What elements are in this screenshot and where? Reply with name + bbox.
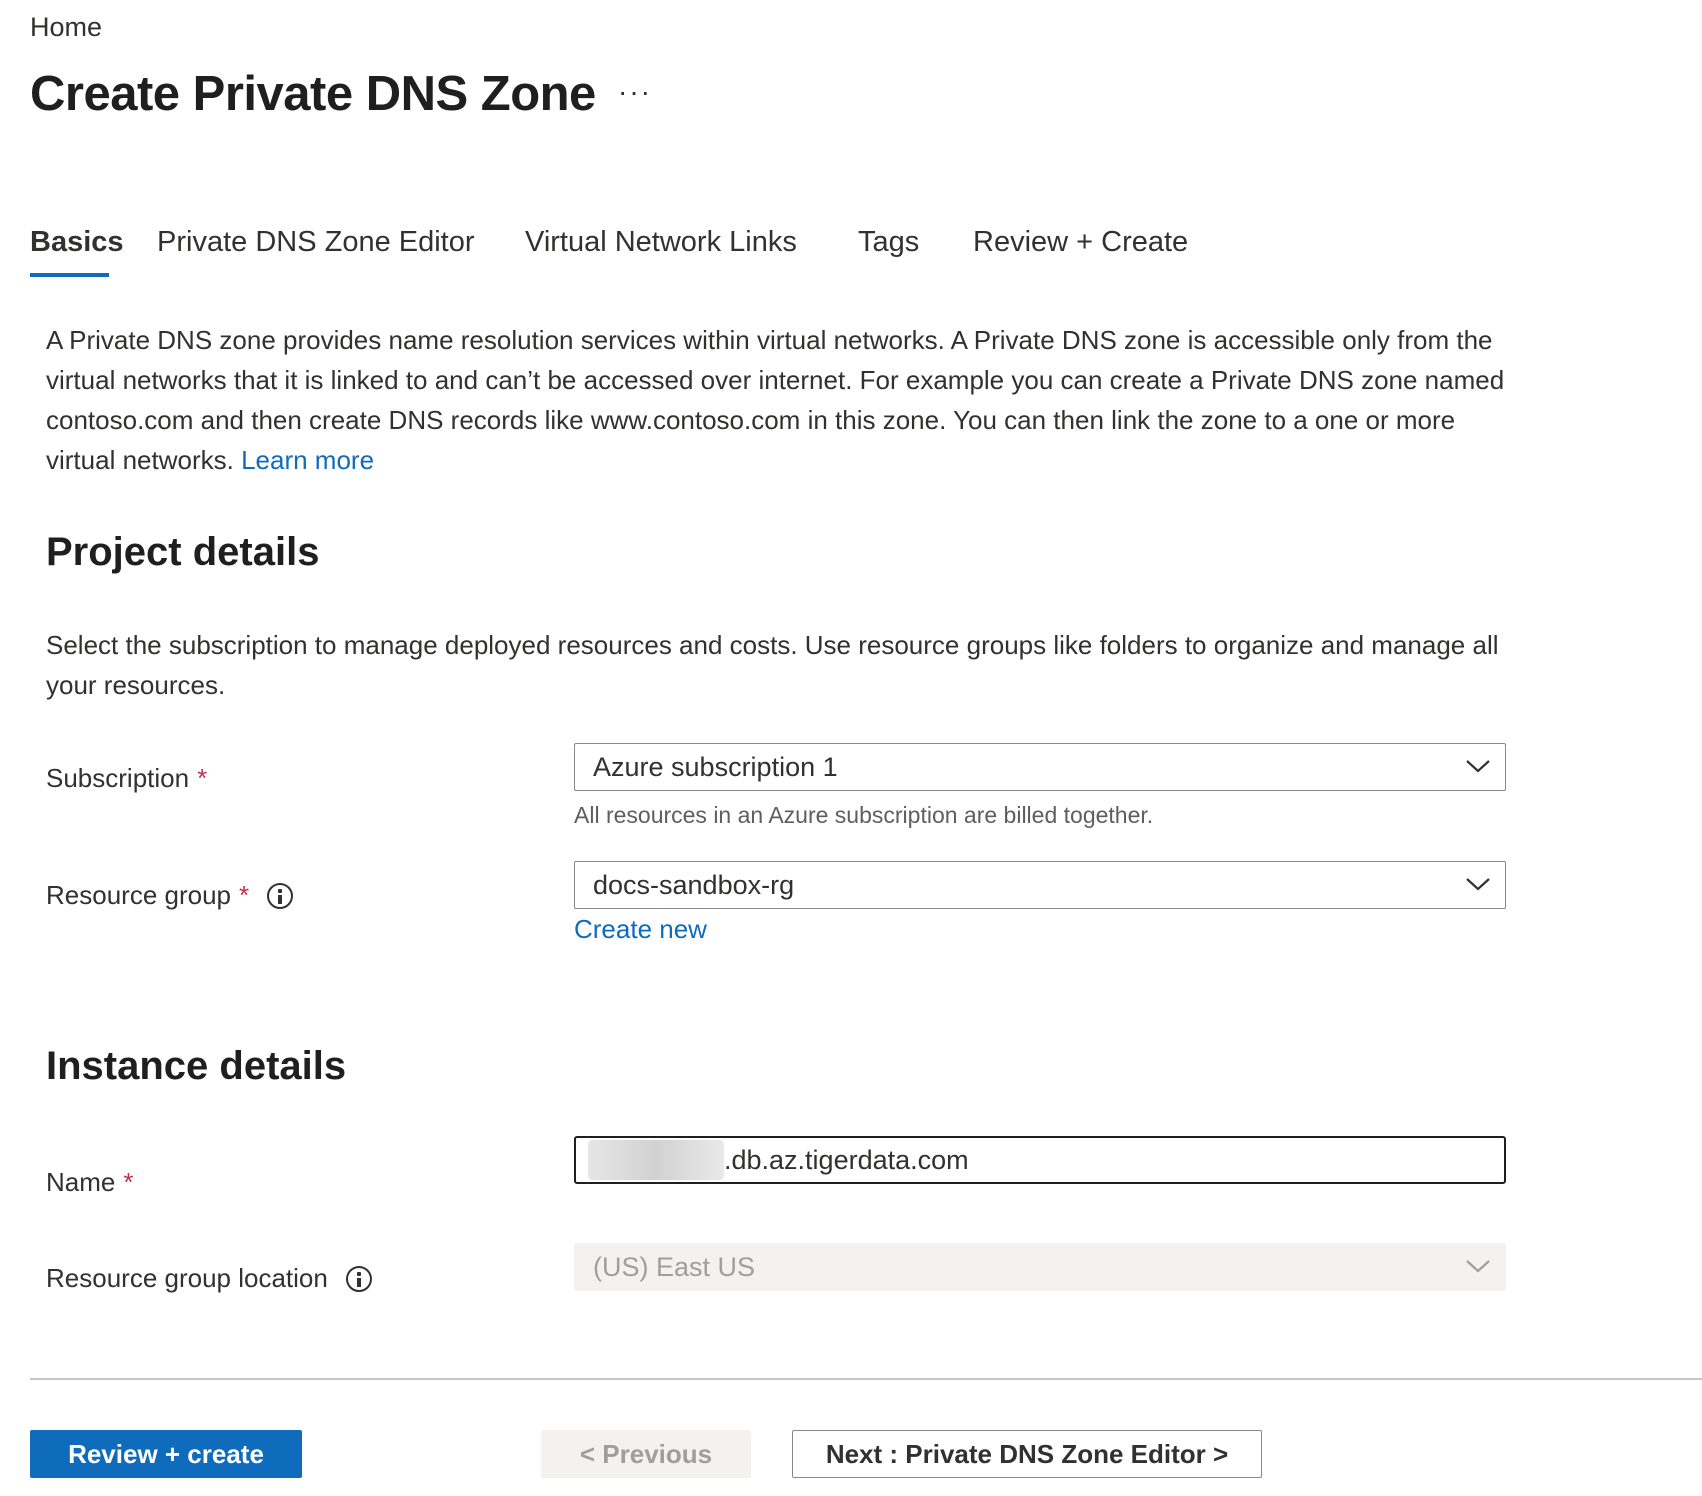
resource-group-location-label: Resource group location: [46, 1263, 372, 1294]
footer-divider: [30, 1378, 1702, 1380]
subscription-value: Azure subscription 1: [593, 751, 838, 782]
chevron-down-icon: [1466, 760, 1490, 773]
next-button[interactable]: Next : Private DNS Zone Editor >: [792, 1430, 1262, 1478]
more-options-icon[interactable]: ···: [618, 76, 652, 108]
breadcrumb[interactable]: Home: [30, 12, 102, 43]
tab-private-dns-zone-editor[interactable]: Private DNS Zone Editor: [157, 226, 475, 259]
resource-group-label: Resource group *: [46, 880, 294, 911]
name-label-text: Name: [46, 1167, 116, 1197]
redacted-name-prefix: [588, 1140, 724, 1180]
page-title: Create Private DNS Zone: [30, 67, 596, 121]
resource-group-location-label-text: Resource group location: [46, 1263, 328, 1293]
subscription-dropdown[interactable]: Azure subscription 1: [574, 743, 1506, 791]
review-create-button[interactable]: Review + create: [30, 1430, 302, 1478]
tab-review-create[interactable]: Review + Create: [973, 226, 1188, 259]
instance-details-heading: Instance details: [46, 1044, 347, 1088]
info-icon[interactable]: [267, 882, 294, 909]
name-label: Name *: [46, 1167, 133, 1198]
resource-group-label-text: Resource group: [46, 880, 231, 910]
resource-group-dropdown[interactable]: docs-sandbox-rg: [574, 861, 1506, 909]
name-input[interactable]: .db.az.tigerdata.com: [574, 1136, 1506, 1184]
tab-virtual-network-links[interactable]: Virtual Network Links: [525, 226, 797, 259]
required-asterisk: *: [123, 1167, 134, 1197]
name-suffix: .db.az.tigerdata.com: [724, 1144, 969, 1175]
create-new-resource-group-link[interactable]: Create new: [574, 914, 707, 945]
subscription-label: Subscription *: [46, 763, 207, 794]
active-tab-indicator: [30, 273, 109, 277]
info-icon[interactable]: [345, 1265, 372, 1292]
subscription-label-text: Subscription: [46, 763, 190, 793]
intro-paragraph: A Private DNS zone provides name resolut…: [46, 320, 1516, 480]
chevron-down-icon: [1466, 1260, 1490, 1273]
tab-basics[interactable]: Basics: [30, 226, 124, 259]
chevron-down-icon: [1466, 878, 1490, 891]
subscription-hint: All resources in an Azure subscription a…: [574, 802, 1154, 828]
project-description: Select the subscription to manage deploy…: [46, 630, 1499, 700]
project-details-heading: Project details: [46, 530, 320, 574]
learn-more-link[interactable]: Learn more: [241, 445, 374, 475]
resource-group-location-value: (US) East US: [593, 1251, 756, 1282]
required-asterisk: *: [239, 880, 250, 910]
previous-button[interactable]: < Previous: [541, 1430, 751, 1478]
required-asterisk: *: [197, 763, 208, 793]
resource-group-value: docs-sandbox-rg: [593, 869, 795, 900]
resource-group-location-dropdown: (US) East US: [574, 1243, 1506, 1291]
tab-tags[interactable]: Tags: [858, 226, 919, 259]
